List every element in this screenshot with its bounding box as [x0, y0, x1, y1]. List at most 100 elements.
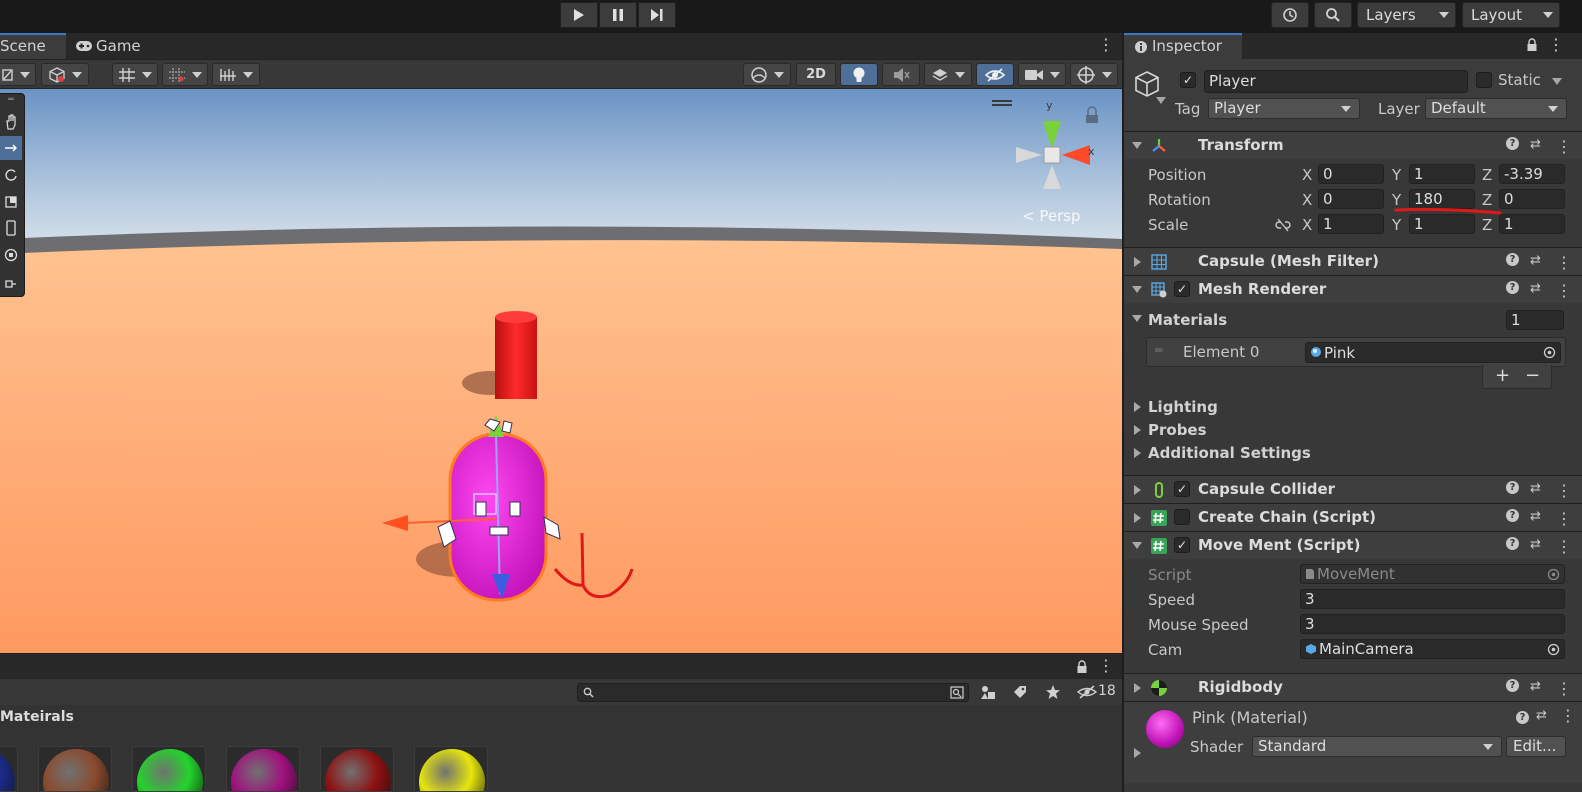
- materials-count-field[interactable]: 1: [1506, 310, 1564, 330]
- eye-slash-icon[interactable]: [1077, 685, 1097, 699]
- material-asset[interactable]: [0, 746, 18, 792]
- custom-tool-icon[interactable]: [0, 270, 22, 294]
- drag-handle-icon[interactable]: ═: [1155, 343, 1162, 357]
- star-icon[interactable]: [1045, 684, 1061, 700]
- project-more-icon[interactable]: ⋮: [1098, 656, 1114, 676]
- probes-label[interactable]: Probes: [1148, 421, 1207, 439]
- help-icon[interactable]: ?: [1506, 509, 1519, 522]
- rotate-tool-icon[interactable]: [0, 163, 22, 187]
- preset-icon[interactable]: ⇄: [1536, 708, 1547, 723]
- material-asset[interactable]: [38, 746, 112, 792]
- additional-settings-label[interactable]: Additional Settings: [1148, 444, 1311, 462]
- history-button[interactable]: [1271, 2, 1309, 28]
- tag-icon[interactable]: [1012, 684, 1028, 700]
- layers-dropdown[interactable]: Layers: [1357, 2, 1456, 28]
- increment-snap-dropdown[interactable]: [162, 63, 208, 86]
- capsule-collider-header[interactable]: ✓ Capsule Collider ? ⇄ ⋮: [1124, 475, 1582, 503]
- layer-dropdown[interactable]: Default: [1425, 98, 1567, 119]
- step-button[interactable]: [638, 2, 676, 28]
- material-asset[interactable]: [414, 746, 488, 792]
- audio-toggle-button[interactable]: [882, 63, 920, 86]
- inspector-more-icon[interactable]: ⋮: [1548, 35, 1564, 55]
- edit-shader-button[interactable]: Edit...: [1506, 736, 1566, 757]
- material-asset[interactable]: [226, 746, 300, 792]
- movement-header[interactable]: ✓ Move Ment (Script) ? ⇄ ⋮: [1124, 531, 1582, 559]
- toggle-2d-button[interactable]: 2D: [796, 63, 836, 86]
- move-tool-icon[interactable]: [0, 136, 22, 160]
- scale-tool-icon[interactable]: [0, 190, 22, 214]
- search-filter-icon[interactable]: [950, 686, 964, 699]
- scale-x-field[interactable]: 1: [1318, 214, 1384, 234]
- lighting-label[interactable]: Lighting: [1148, 398, 1218, 416]
- object-picker-icon[interactable]: [1547, 643, 1560, 656]
- tab-inspector[interactable]: Inspector: [1124, 33, 1242, 59]
- materials-label[interactable]: Materials: [1148, 311, 1227, 329]
- position-z-field[interactable]: -3.39: [1499, 164, 1565, 184]
- more-icon[interactable]: ⋮: [1556, 537, 1572, 556]
- tab-scene[interactable]: Scene: [0, 33, 66, 59]
- project-search-input[interactable]: [577, 683, 969, 702]
- chevron-right-icon[interactable]: [1134, 748, 1141, 758]
- more-icon[interactable]: ⋮: [1556, 137, 1572, 156]
- transform-tool-icon[interactable]: [0, 243, 22, 267]
- object-picker-icon[interactable]: [1543, 346, 1556, 359]
- rect-tool-icon[interactable]: [0, 216, 22, 240]
- persp-label[interactable]: < Persp: [1022, 207, 1081, 225]
- preset-icon[interactable]: ⇄: [1530, 679, 1541, 694]
- preset-icon[interactable]: ⇄: [1530, 509, 1541, 524]
- help-icon[interactable]: ?: [1506, 537, 1519, 550]
- mesh-filter-header[interactable]: Capsule (Mesh Filter) ? ⇄ ⋮: [1124, 247, 1582, 275]
- rotation-x-field[interactable]: 0: [1318, 189, 1384, 209]
- transform-header[interactable]: Transform ? ⇄ ⋮: [1124, 131, 1582, 159]
- search-button[interactable]: [1314, 2, 1352, 28]
- position-y-field[interactable]: 1: [1409, 164, 1475, 184]
- breadcrumb[interactable]: Mateirals: [0, 705, 1122, 730]
- help-icon[interactable]: ?: [1516, 711, 1529, 724]
- rotation-z-field[interactable]: 0: [1499, 189, 1565, 209]
- chevron-right-icon[interactable]: [1134, 402, 1141, 412]
- object-name-field[interactable]: Player: [1204, 70, 1468, 93]
- element-0-field[interactable]: Pink: [1305, 342, 1561, 363]
- palette-handle-icon[interactable]: ═: [0, 94, 22, 106]
- cam-field[interactable]: MainCamera: [1300, 639, 1565, 659]
- help-icon[interactable]: ?: [1506, 679, 1519, 692]
- chevron-down-icon[interactable]: [1552, 78, 1562, 85]
- help-icon[interactable]: ?: [1506, 481, 1519, 494]
- gizmos-dropdown[interactable]: [1070, 63, 1118, 86]
- scene-viewport[interactable]: y x < Persp: [0, 89, 1122, 653]
- tag-dropdown[interactable]: Player: [1208, 98, 1360, 119]
- help-icon[interactable]: ?: [1506, 137, 1519, 150]
- gameobject-cube-icon[interactable]: [1132, 69, 1162, 99]
- more-icon[interactable]: ⋮: [1556, 281, 1572, 300]
- scale-z-field[interactable]: 1: [1499, 214, 1565, 234]
- preset-icon[interactable]: ⇄: [1530, 137, 1541, 152]
- position-x-field[interactable]: 0: [1318, 164, 1384, 184]
- unlink-icon[interactable]: [1275, 218, 1291, 232]
- lock-icon[interactable]: [1076, 660, 1088, 674]
- movement-checkbox[interactable]: ✓: [1174, 537, 1190, 553]
- lighting-toggle-button[interactable]: [840, 63, 878, 86]
- material-asset[interactable]: [320, 746, 394, 792]
- material-asset[interactable]: [132, 746, 206, 792]
- more-icon[interactable]: ⋮: [1556, 481, 1572, 500]
- lock-icon[interactable]: [1526, 38, 1538, 52]
- layout-dropdown[interactable]: Layout: [1462, 2, 1560, 28]
- camera-dropdown[interactable]: [1018, 63, 1066, 86]
- preset-icon[interactable]: ⇄: [1530, 253, 1541, 268]
- hand-tool-icon[interactable]: [0, 110, 22, 134]
- preset-icon[interactable]: ⇄: [1530, 281, 1541, 296]
- scale-y-field[interactable]: 1: [1409, 214, 1475, 234]
- more-icon[interactable]: ⋮: [1556, 509, 1572, 528]
- chevron-right-icon[interactable]: [1134, 425, 1141, 435]
- speed-field[interactable]: 3: [1300, 589, 1565, 609]
- create-chain-header[interactable]: Create Chain (Script) ? ⇄ ⋮: [1124, 503, 1582, 531]
- add-element-button[interactable]: +: [1495, 365, 1510, 386]
- tab-game[interactable]: Game: [74, 33, 154, 59]
- more-icon[interactable]: ⋮: [1556, 253, 1572, 272]
- shading-dropdown[interactable]: [41, 63, 89, 86]
- preset-icon[interactable]: ⇄: [1530, 537, 1541, 552]
- static-checkbox[interactable]: [1476, 72, 1492, 88]
- chevron-right-icon[interactable]: [1134, 448, 1141, 458]
- shader-dropdown[interactable]: Standard: [1252, 736, 1502, 757]
- pause-button[interactable]: [599, 2, 637, 28]
